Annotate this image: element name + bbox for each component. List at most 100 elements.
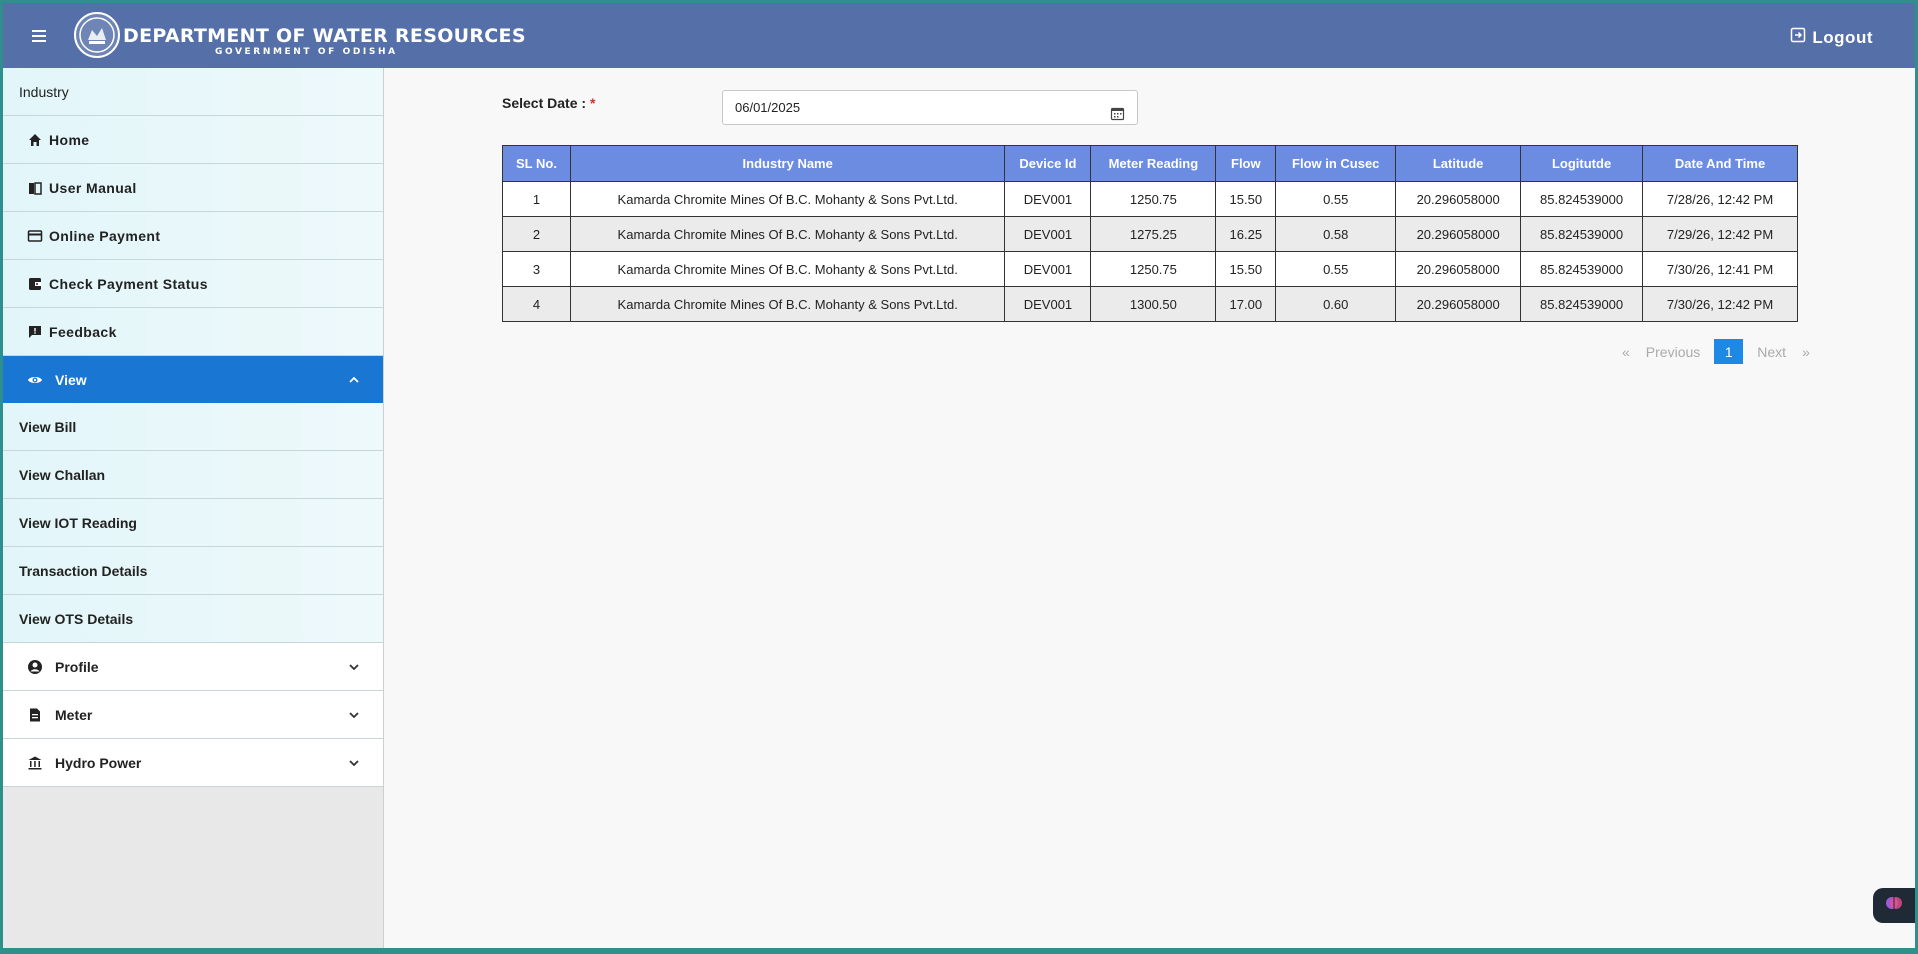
iot-reading-table: SL No. Industry Name Device Id Meter Rea… [502,145,1798,322]
sidebar-item-label: Profile [55,658,99,675]
pagination-page-current[interactable]: 1 [1714,339,1744,364]
chevron-down-icon[interactable] [347,708,361,722]
column-header-longitude[interactable]: Logitutde [1520,145,1644,182]
chevron-down-icon[interactable] [347,660,361,674]
table-cell: 0.55 [1275,251,1397,287]
sidebar-item-profile[interactable]: Profile [3,643,383,691]
table-cell: 15.50 [1215,251,1277,287]
sidebar-item-online-payment[interactable]: Online Payment [3,212,383,260]
sidebar-item-label: Check Payment Status [49,275,208,292]
table-cell: 1275.25 [1090,216,1217,252]
table-cell: 16.25 [1215,216,1277,252]
table-cell: 0.58 [1275,216,1397,252]
column-header-latitude[interactable]: Latitude [1395,145,1522,182]
credit-card-icon [27,228,43,244]
column-header-flow[interactable]: Flow [1215,145,1277,182]
table-cell: 2 [502,216,571,252]
calendar-icon[interactable] [1110,100,1125,121]
odisha-emblem-logo [74,12,120,58]
required-mark: * [589,95,596,111]
table-cell: 4 [502,286,571,322]
sidebar-item-view[interactable]: View [3,356,383,403]
table-cell: 85.824539000 [1520,286,1644,322]
sidebar-item-meter[interactable]: Meter [3,691,383,739]
table-cell: 3 [502,251,571,287]
table-cell: 1300.50 [1090,286,1217,322]
table-cell: 7/30/26, 12:42 PM [1642,286,1798,322]
sidebar-item-check-payment-status[interactable]: Check Payment Status [3,260,383,308]
table-cell: Kamarda Chromite Mines Of B.C. Mohanty &… [569,181,1006,217]
date-value: 06/01/2025 [735,100,801,115]
column-header-date-and-time[interactable]: Date And Time [1642,145,1798,182]
eye-icon [27,372,43,388]
table-cell: 1 [502,181,571,217]
column-header-sl-no[interactable]: SL No. [502,145,571,182]
table-cell: DEV001 [1004,286,1092,322]
column-header-flow-in-cusec[interactable]: Flow in Cusec [1275,145,1397,182]
pagination-previous[interactable]: Previous [1638,344,1708,360]
pagination-last[interactable]: » [1794,344,1818,360]
table-cell: 7/29/26, 12:42 PM [1642,216,1798,252]
sidebar-item-label: Online Payment [49,227,161,244]
assistant-float-button[interactable] [1873,888,1915,923]
table-cell: 0.60 [1275,286,1397,322]
sidebar-item-view-challan[interactable]: View Challan [3,451,383,499]
pagination-next[interactable]: Next [1749,344,1794,360]
main-content: Select Date : * 06/01/2025 SL No. Indust… [385,68,1915,948]
sidebar-item-hydro-power[interactable]: Hydro Power [3,739,383,787]
sidebar-item-label: Feedback [49,323,117,340]
column-header-industry-name[interactable]: Industry Name [569,145,1006,182]
table-header-row: SL No. Industry Name Device Id Meter Rea… [502,145,1798,182]
sidebar-item-view-ots-details[interactable]: View OTS Details [3,595,383,643]
wallet-icon [27,276,43,292]
date-input[interactable]: 06/01/2025 [722,90,1138,125]
table-cell: 15.50 [1215,181,1277,217]
logout-icon [1790,27,1806,48]
book-icon [27,180,43,196]
home-icon [27,132,43,148]
table-cell: Kamarda Chromite Mines Of B.C. Mohanty &… [569,286,1006,322]
table-row: 3 Kamarda Chromite Mines Of B.C. Mohanty… [502,251,1798,287]
sidebar-section-industry[interactable]: Industry [3,68,383,116]
table-cell: 7/30/26, 12:41 PM [1642,251,1798,287]
sidebar-item-transaction-details[interactable]: Transaction Details [3,547,383,595]
sidebar-item-view-bill[interactable]: View Bill [3,403,383,451]
table-cell: Kamarda Chromite Mines Of B.C. Mohanty &… [569,251,1006,287]
logout-label: Logout [1812,27,1873,47]
table-cell: 20.296058000 [1395,181,1522,217]
chevron-up-icon[interactable] [347,373,361,387]
column-header-meter-reading[interactable]: Meter Reading [1090,145,1217,182]
table-cell: DEV001 [1004,181,1092,217]
table-cell: 20.296058000 [1395,286,1522,322]
table-cell: Kamarda Chromite Mines Of B.C. Mohanty &… [569,216,1006,252]
sidebar-item-feedback[interactable]: Feedback [3,308,383,356]
chevron-down-icon[interactable] [347,756,361,770]
hamburger-menu-icon[interactable] [32,30,52,44]
sidebar-item-label: User Manual [49,179,137,196]
sidebar-item-label: View [55,371,87,388]
sidebar-item-label: Hydro Power [55,754,142,771]
app-frame: DEPARTMENT OF WATER RESOURCES GOVERNMENT… [3,3,1915,948]
sidebar-item-label: Home [49,131,90,148]
table-row: 2 Kamarda Chromite Mines Of B.C. Mohanty… [502,216,1798,252]
sidebar-item-view-iot-reading[interactable]: View IOT Reading [3,499,383,547]
bank-icon [27,755,43,771]
table-cell: 20.296058000 [1395,251,1522,287]
brain-icon [1885,894,1903,917]
feedback-icon [27,324,43,340]
table-cell: 0.55 [1275,181,1397,217]
pagination-first[interactable]: « [1614,344,1638,360]
column-header-device-id[interactable]: Device Id [1004,145,1092,182]
account-circle-icon [27,659,43,675]
table-cell: 1250.75 [1090,251,1217,287]
sidebar-item-user-manual[interactable]: User Manual [3,164,383,212]
pagination: « Previous 1 Next » [1614,339,1818,364]
select-date-text: Select Date : [502,95,587,111]
department-subtitle: GOVERNMENT OF ODISHA [215,47,398,57]
table-cell: 17.00 [1215,286,1277,322]
sidebar: Industry Home User Manual Online Payment… [3,68,384,948]
table-cell: 7/28/26, 12:42 PM [1642,181,1798,217]
table-cell: DEV001 [1004,251,1092,287]
logout-button[interactable]: Logout [1790,27,1873,48]
sidebar-item-home[interactable]: Home [3,116,383,164]
